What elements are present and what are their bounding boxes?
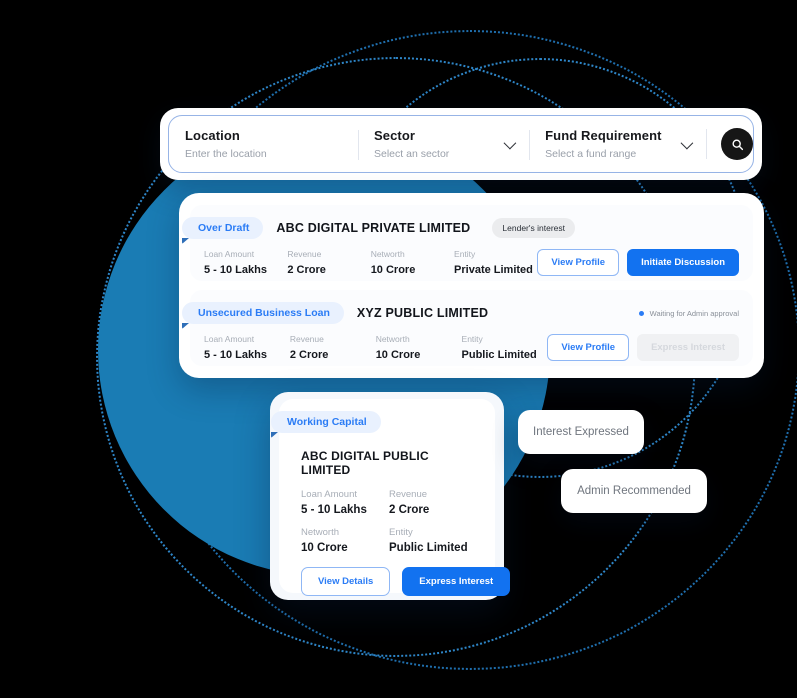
status-dot-icon	[638, 310, 644, 316]
field-label: Revenue	[289, 334, 324, 344]
sector-placeholder: Select an sector	[374, 148, 450, 160]
row-actions: View Profile Initiate Discussion	[537, 249, 739, 276]
field-value: Public Limited	[389, 542, 468, 554]
field-value: 5 - 10 Lakhs	[301, 504, 367, 516]
field-revenue: Revenue 2 Crore	[290, 334, 376, 361]
field-label: Networth	[301, 527, 340, 538]
field-networth: Networth 10 Crore	[371, 249, 454, 276]
lender-interest-pill: Lender's interest	[492, 218, 575, 238]
detail-card-fields: Loan Amount 5 - 10 Lakhs Revenue 2 Crore…	[301, 489, 477, 565]
field-loan-amount: Loan Amount 5 - 10 Lakhs	[204, 249, 287, 276]
field-entity: Entity Public Limited	[389, 527, 477, 554]
row-body: Loan Amount 5 - 10 Lakhs Revenue 2 Crore…	[204, 334, 739, 361]
field-value: Public Limited	[461, 349, 537, 361]
field-entity: Entity Private Limited	[454, 249, 537, 276]
loan-type-tag: Over Draft	[182, 217, 264, 239]
field-label: Networth	[375, 334, 410, 344]
initiate-discussion-button[interactable]: Initiate Discussion	[627, 249, 739, 276]
table-row[interactable]: Unsecured Business Loan XYZ PUBLIC LIMIT…	[182, 290, 753, 366]
express-interest-button[interactable]: Express Interest	[402, 567, 511, 596]
field-value: Private Limited	[454, 264, 533, 276]
search-field-fund-requirement[interactable]: Fund Requirement Select a fund range	[529, 116, 706, 172]
field-label: Revenue	[287, 249, 322, 259]
company-name: XYZ PUBLIC LIMITED	[356, 306, 489, 320]
loan-type-tag: Unsecured Business Loan	[182, 302, 344, 324]
search-field-location[interactable]: Location Enter the location	[169, 116, 358, 172]
field-loan-amount: Loan Amount 5 - 10 Lakhs	[204, 334, 290, 361]
location-placeholder: Enter the location	[185, 148, 267, 160]
field-label: Networth	[370, 249, 405, 259]
field-value: 5 - 10 Lakhs	[204, 264, 267, 276]
express-interest-button-disabled: Express Interest	[637, 334, 739, 361]
view-profile-button[interactable]: View Profile	[537, 249, 620, 276]
field-networth: Networth 10 Crore	[301, 527, 389, 554]
field-value: 10 Crore	[375, 349, 421, 361]
field-label: Entity	[461, 334, 483, 344]
detail-card: Working Capital ABC DIGITAL PUBLIC LIMIT…	[271, 399, 511, 596]
location-label: Location	[185, 128, 240, 143]
field-value: 5 - 10 Lakhs	[204, 349, 267, 361]
field-label: Loan Amount	[204, 334, 255, 344]
search-button[interactable]	[721, 128, 753, 160]
search-bar-container: Location Enter the location Sector Selec…	[160, 108, 762, 180]
field-label: Revenue	[389, 489, 428, 500]
field-entity: Entity Public Limited	[462, 334, 548, 361]
field-networth: Networth 10 Crore	[376, 334, 462, 361]
detail-card-title: ABC DIGITAL PUBLIC LIMITED	[301, 449, 429, 477]
table-row[interactable]: Over Draft ABC DIGITAL PRIVATE LIMITED L…	[182, 205, 753, 281]
row-body: Loan Amount 5 - 10 Lakhs Revenue 2 Crore…	[204, 249, 739, 276]
detail-card-container: Working Capital ABC DIGITAL PUBLIC LIMIT…	[270, 392, 511, 600]
field-value: 2 Crore	[289, 349, 329, 361]
company-name: ABC DIGITAL PRIVATE LIMITED	[276, 221, 471, 235]
search-field-sector[interactable]: Sector Select an sector	[358, 116, 529, 172]
field-value: 2 Crore	[389, 504, 430, 516]
search-bar: Location Enter the location Sector Selec…	[168, 115, 754, 173]
field-value: 2 Crore	[287, 264, 326, 276]
illustration-stage: Location Enter the location Sector Selec…	[0, 0, 797, 698]
field-label: Loan Amount	[204, 249, 255, 259]
row-header: Over Draft ABC DIGITAL PRIVATE LIMITED L…	[182, 217, 739, 239]
field-revenue: Revenue 2 Crore	[389, 489, 477, 516]
field-label: Entity	[454, 249, 476, 259]
row-header: Unsecured Business Loan XYZ PUBLIC LIMIT…	[182, 302, 739, 324]
floating-pill-interest-expressed: Interest Expressed	[518, 410, 644, 454]
fund-requirement-label: Fund Requirement	[545, 128, 662, 143]
results-panel: Over Draft ABC DIGITAL PRIVATE LIMITED L…	[179, 193, 764, 378]
field-label: Loan Amount	[301, 489, 357, 500]
detail-card-actions: View Details Express Interest	[301, 567, 511, 596]
field-value: 10 Crore	[370, 264, 416, 276]
field-label: Entity	[389, 527, 413, 538]
field-value: 10 Crore	[301, 542, 348, 554]
row-actions: View Profile Express Interest	[547, 334, 739, 361]
view-profile-button[interactable]: View Profile	[547, 334, 630, 361]
search-icon	[732, 138, 743, 150]
view-details-button[interactable]: View Details	[301, 567, 391, 596]
floating-pill-admin-recommended: Admin Recommended	[561, 469, 707, 513]
sector-label: Sector	[374, 128, 416, 143]
fund-requirement-placeholder: Select a fund range	[545, 148, 637, 160]
search-divider	[706, 129, 708, 159]
field-revenue: Revenue 2 Crore	[287, 249, 370, 276]
status-label: Waiting for Admin approval	[649, 308, 739, 318]
field-loan-amount: Loan Amount 5 - 10 Lakhs	[301, 489, 389, 516]
status-badge: Waiting for Admin approval	[638, 308, 739, 318]
loan-type-tag: Working Capital	[271, 411, 381, 433]
